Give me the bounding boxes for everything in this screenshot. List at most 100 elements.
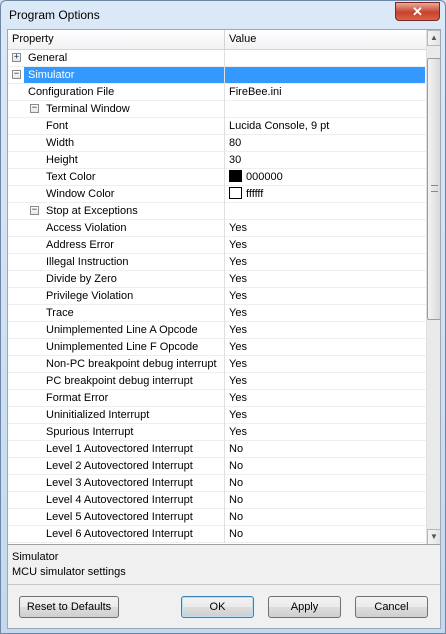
property-row[interactable]: Divide by Zero Yes (8, 271, 426, 288)
property-name[interactable]: Non-PC breakpoint debug interrupt (8, 356, 224, 372)
property-row[interactable]: Width 80 (8, 135, 426, 152)
property-value[interactable]: Yes (225, 288, 425, 304)
property-row[interactable]: Level 6 Autovectored Interrupt No (8, 526, 426, 543)
property-name[interactable]: Divide by Zero (8, 271, 224, 287)
cancel-button[interactable]: Cancel (355, 596, 428, 618)
column-divider[interactable] (224, 30, 225, 50)
property-row[interactable]: − Terminal Window (8, 101, 426, 118)
property-name[interactable]: PC breakpoint debug interrupt (8, 373, 224, 389)
property-value[interactable]: Yes (225, 220, 425, 236)
property-name[interactable]: Simulator (24, 67, 224, 83)
property-row[interactable]: Level 2 Autovectored Interrupt No (8, 458, 426, 475)
reset-to-defaults-button[interactable]: Reset to Defaults (19, 596, 119, 618)
scroll-down-arrow-icon[interactable]: ▼ (427, 529, 440, 544)
property-row[interactable]: Font Lucida Console, 9 pt (8, 118, 426, 135)
property-value[interactable]: Yes (225, 254, 425, 270)
property-name[interactable]: Uninitialized Interrupt (8, 407, 224, 423)
property-row[interactable]: Address Error Yes (8, 237, 426, 254)
property-name[interactable]: Text Color (8, 169, 224, 185)
property-name[interactable]: Privilege Violation (8, 288, 224, 304)
property-row[interactable]: Trace Yes (8, 305, 426, 322)
property-value[interactable]: No (225, 509, 425, 525)
property-row[interactable]: Privilege Violation Yes (8, 288, 426, 305)
property-value[interactable] (225, 67, 425, 83)
property-name[interactable]: Format Error (8, 390, 224, 406)
property-row[interactable]: Level 4 Autovectored Interrupt No (8, 492, 426, 509)
property-name[interactable]: Level 4 Autovectored Interrupt (8, 492, 224, 508)
title-bar[interactable]: Program Options ✕ (1, 1, 445, 29)
property-row[interactable]: Unimplemented Line F Opcode Yes (8, 339, 426, 356)
apply-button[interactable]: Apply (268, 596, 341, 618)
property-name[interactable]: General (8, 50, 224, 66)
property-name[interactable]: Level 1 Autovectored Interrupt (8, 441, 224, 457)
property-value[interactable]: No (225, 526, 425, 542)
property-name[interactable]: Font (8, 118, 224, 134)
property-value[interactable]: Lucida Console, 9 pt (225, 118, 425, 134)
property-value[interactable]: Yes (225, 305, 425, 321)
property-value[interactable]: Yes (225, 356, 425, 372)
property-row[interactable]: − Stop at Exceptions (8, 203, 426, 220)
property-name[interactable]: Address Error (8, 237, 224, 253)
property-name[interactable]: Width (8, 135, 224, 151)
property-value[interactable]: ffffff (225, 186, 425, 202)
scrollbar-thumb[interactable] (427, 58, 440, 320)
property-row[interactable]: Non-PC breakpoint debug interrupt Yes (8, 356, 426, 373)
property-name[interactable]: Height (8, 152, 224, 168)
property-name[interactable]: Level 3 Autovectored Interrupt (8, 475, 224, 491)
property-name[interactable]: Unimplemented Line A Opcode (8, 322, 224, 338)
collapse-icon[interactable]: − (12, 70, 21, 79)
property-value[interactable]: Yes (225, 322, 425, 338)
property-value[interactable]: No (225, 492, 425, 508)
property-value[interactable]: Yes (225, 237, 425, 253)
property-row[interactable]: Level 1 Autovectored Interrupt No (8, 441, 426, 458)
property-name[interactable]: Spurious Interrupt (8, 424, 224, 440)
property-value[interactable] (225, 203, 425, 219)
property-name[interactable]: Level 6 Autovectored Interrupt (8, 526, 224, 542)
property-name[interactable]: Access Violation (8, 220, 224, 236)
property-name[interactable]: Illegal Instruction (8, 254, 224, 270)
property-value[interactable]: FireBee.ini (225, 84, 425, 100)
property-value[interactable]: 30 (225, 152, 425, 168)
property-row[interactable]: Format Error Yes (8, 390, 426, 407)
property-name[interactable]: Window Color (8, 186, 224, 202)
column-header-property[interactable]: Property (12, 33, 54, 45)
property-row[interactable]: Level 5 Autovectored Interrupt No (8, 509, 426, 526)
property-value[interactable] (225, 101, 425, 117)
property-value[interactable]: Yes (225, 373, 425, 389)
property-name[interactable]: Level 2 Autovectored Interrupt (8, 458, 224, 474)
close-button[interactable]: ✕ (395, 2, 440, 21)
property-row[interactable]: Height 30 (8, 152, 426, 169)
property-value[interactable]: No (225, 458, 425, 474)
property-name[interactable]: Terminal Window (8, 101, 224, 117)
property-row[interactable]: Text Color 000000 (8, 169, 426, 186)
property-value[interactable]: Yes (225, 339, 425, 355)
property-value[interactable]: 80 (225, 135, 425, 151)
property-row[interactable]: − Simulator (8, 67, 426, 84)
column-header-value[interactable]: Value (229, 33, 256, 45)
ok-button[interactable]: OK (181, 596, 254, 618)
property-value[interactable] (225, 50, 425, 66)
property-row[interactable]: Configuration File FireBee.ini (8, 84, 426, 101)
property-value[interactable]: 000000 (225, 169, 425, 185)
property-name[interactable]: Stop at Exceptions (8, 203, 224, 219)
property-row[interactable]: PC breakpoint debug interrupt Yes (8, 373, 426, 390)
property-value[interactable]: Yes (225, 424, 425, 440)
property-value[interactable]: No (225, 441, 425, 457)
scroll-up-arrow-icon[interactable]: ▲ (427, 30, 440, 46)
property-row[interactable]: Window Color ffffff (8, 186, 426, 203)
property-value[interactable]: Yes (225, 407, 425, 423)
property-value[interactable]: Yes (225, 390, 425, 406)
property-row[interactable]: Illegal Instruction Yes (8, 254, 426, 271)
property-row[interactable]: Spurious Interrupt Yes (8, 424, 426, 441)
property-name[interactable]: Trace (8, 305, 224, 321)
property-row[interactable]: + General (8, 50, 426, 67)
vertical-scrollbar[interactable]: ▲ ▼ (426, 30, 440, 544)
property-row[interactable]: Uninitialized Interrupt Yes (8, 407, 426, 424)
property-value[interactable]: Yes (225, 271, 425, 287)
property-name[interactable]: Configuration File (8, 84, 224, 100)
property-value[interactable]: No (225, 475, 425, 491)
property-name[interactable]: Level 5 Autovectored Interrupt (8, 509, 224, 525)
property-row[interactable]: Unimplemented Line A Opcode Yes (8, 322, 426, 339)
property-row[interactable]: Access Violation Yes (8, 220, 426, 237)
property-name[interactable]: Unimplemented Line F Opcode (8, 339, 224, 355)
